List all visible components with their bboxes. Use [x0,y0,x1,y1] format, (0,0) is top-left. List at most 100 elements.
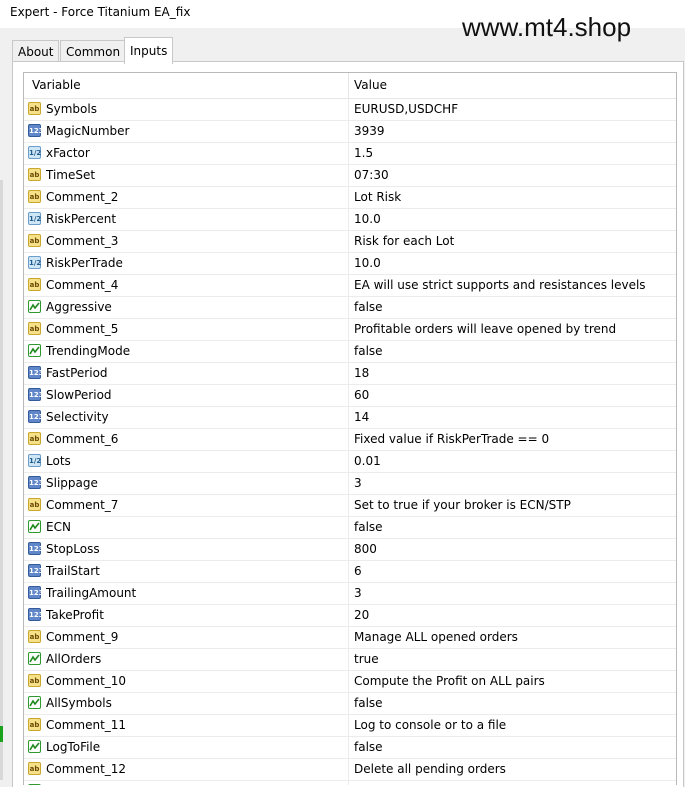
variable-name: Symbols [46,102,97,116]
row-column-divider [348,605,349,626]
row-column-divider [348,231,349,252]
variable-value[interactable]: 20 [354,608,369,622]
variable-value[interactable]: 6 [354,564,362,578]
variable-name: Comment_6 [46,432,119,446]
variable-value[interactable]: false [354,520,383,534]
table-row[interactable]: 123 Selectivity 14 [24,407,676,429]
variable-value[interactable]: true [354,652,379,666]
table-row[interactable]: 123 TakeProfit 20 [24,605,676,627]
variable-value[interactable]: false [354,740,383,754]
table-row[interactable]: 123 SlowPeriod 60 [24,385,676,407]
column-header-variable[interactable]: Variable [32,78,81,92]
watermark-text: www.mt4.shop [462,12,632,42]
variable-value[interactable]: false [354,696,383,710]
variable-value[interactable]: 3 [354,586,362,600]
table-row[interactable]: 123 FastPeriod 18 [24,363,676,385]
table-row[interactable]: ab Comment_7 Set to true if your broker is… [24,495,676,517]
variable-name: Comment_7 [46,498,119,512]
variable-name: MagicNumber [46,124,130,138]
variable-value[interactable]: Profitable orders will leave opened by t… [354,322,616,336]
variable-value[interactable]: 3 [354,476,362,490]
variable-name: ECN [46,520,71,534]
table-row[interactable]: 123 TrailStart 6 [24,561,676,583]
table-row[interactable]: ab Symbols EURUSD,USDCHF [24,99,676,121]
string-type-icon: ab [28,630,41,643]
table-row[interactable]: 123 StopLoss 800 [24,539,676,561]
table-row[interactable]: AllSymbols false [24,693,676,715]
table-row[interactable]: 123 MagicNumber 3939 [24,121,676,143]
variable-value[interactable]: 0.01 [354,454,381,468]
table-row[interactable]: ab Comment_11 Log to console or to a file [24,715,676,737]
string-type-icon: ab [28,762,41,775]
variable-value[interactable]: true [354,784,379,785]
variable-value[interactable]: EURUSD,USDCHF [354,102,458,116]
table-row[interactable]: Aggressive false [24,297,676,319]
variable-value[interactable]: false [354,344,383,358]
variable-value[interactable]: Set to true if your broker is ECN/STP [354,498,571,512]
variable-name: Comment_12 [46,762,127,776]
table-row[interactable]: ab Comment_2 Lot Risk [24,187,676,209]
table-row[interactable]: ab Comment_10 Compute the Profit on ALL pa… [24,671,676,693]
column-header-value[interactable]: Value [354,78,387,92]
variable-value[interactable]: 18 [354,366,369,380]
background-green-marker [0,726,3,742]
table-row[interactable]: 123 TrailingAmount 3 [24,583,676,605]
table-row[interactable]: ab Comment_12 Delete all pending orders [24,759,676,781]
tab-common[interactable]: Common [60,40,127,63]
string-type-icon: ab [28,190,41,203]
string-type-icon: ab [28,674,41,687]
table-row[interactable]: ab Comment_9 Manage ALL opened orders [24,627,676,649]
variable-value[interactable]: 3939 [354,124,385,138]
table-row[interactable]: LogToFile false [24,737,676,759]
variable-value[interactable]: 10.0 [354,212,381,226]
integer-type-icon: 123 [28,608,44,621]
table-row[interactable]: ab TimeSet 07:30 [24,165,676,187]
string-type-icon: ab [28,168,41,181]
variable-name: AllSymbols [46,696,112,710]
row-column-divider [348,671,349,692]
background-window-edge [0,180,3,780]
string-type-icon: ab [28,718,41,731]
row-column-divider [348,319,349,340]
table-row[interactable]: 1/2 xFactor 1.5 [24,143,676,165]
table-row[interactable]: ab Comment_5 Profitable orders will leave … [24,319,676,341]
variable-value[interactable]: 10.0 [354,256,381,270]
variable-name: TrailingAmount [46,586,137,600]
table-row[interactable]: 1/2 RiskPercent 10.0 [24,209,676,231]
variable-value[interactable]: false [354,300,383,314]
variable-value[interactable]: 14 [354,410,369,424]
table-row[interactable]: AllOrders true [24,649,676,671]
tab-about[interactable]: About [12,40,60,63]
tab-inputs[interactable]: Inputs [124,37,174,64]
table-row[interactable]: TrendingMode false [24,341,676,363]
row-column-divider [348,165,349,186]
variable-value[interactable]: 60 [354,388,369,402]
row-column-divider [348,561,349,582]
variable-value[interactable]: Manage ALL opened orders [354,630,518,644]
variable-value[interactable]: 1.5 [354,146,373,160]
integer-type-icon: 123 [28,476,44,489]
table-row[interactable]: ECN false [24,517,676,539]
table-row[interactable]: InitResetOrders true [24,781,676,785]
integer-type-icon: 123 [28,410,44,423]
variable-value[interactable]: Delete all pending orders [354,762,506,776]
table-row[interactable]: ab Comment_6 Fixed value if RiskPerTrade =… [24,429,676,451]
column-divider[interactable] [348,73,349,98]
table-row[interactable]: 123 Slippage 3 [24,473,676,495]
table-body: ab Symbols EURUSD,USDCHF 123 MagicNumber 3939… [24,99,676,785]
table-row[interactable]: ab Comment_4 EA will use strict supports a… [24,275,676,297]
variable-name: Aggressive [46,300,112,314]
variable-value[interactable]: EA will use strict supports and resistan… [354,278,646,292]
table-row[interactable]: 1/2 RiskPerTrade 10.0 [24,253,676,275]
variable-value[interactable]: 800 [354,542,377,556]
variable-value[interactable]: 07:30 [354,168,389,182]
variable-value[interactable]: Risk for each Lot [354,234,454,248]
table-row[interactable]: ab Comment_3 Risk for each Lot [24,231,676,253]
variable-name: StopLoss [46,542,100,556]
table-row[interactable]: 1/2 Lots 0.01 [24,451,676,473]
variable-value[interactable]: Lot Risk [354,190,401,204]
variable-value[interactable]: Fixed value if RiskPerTrade == 0 [354,432,549,446]
variable-value[interactable]: Compute the Profit on ALL pairs [354,674,545,688]
integer-type-icon: 123 [28,124,44,137]
variable-value[interactable]: Log to console or to a file [354,718,506,732]
